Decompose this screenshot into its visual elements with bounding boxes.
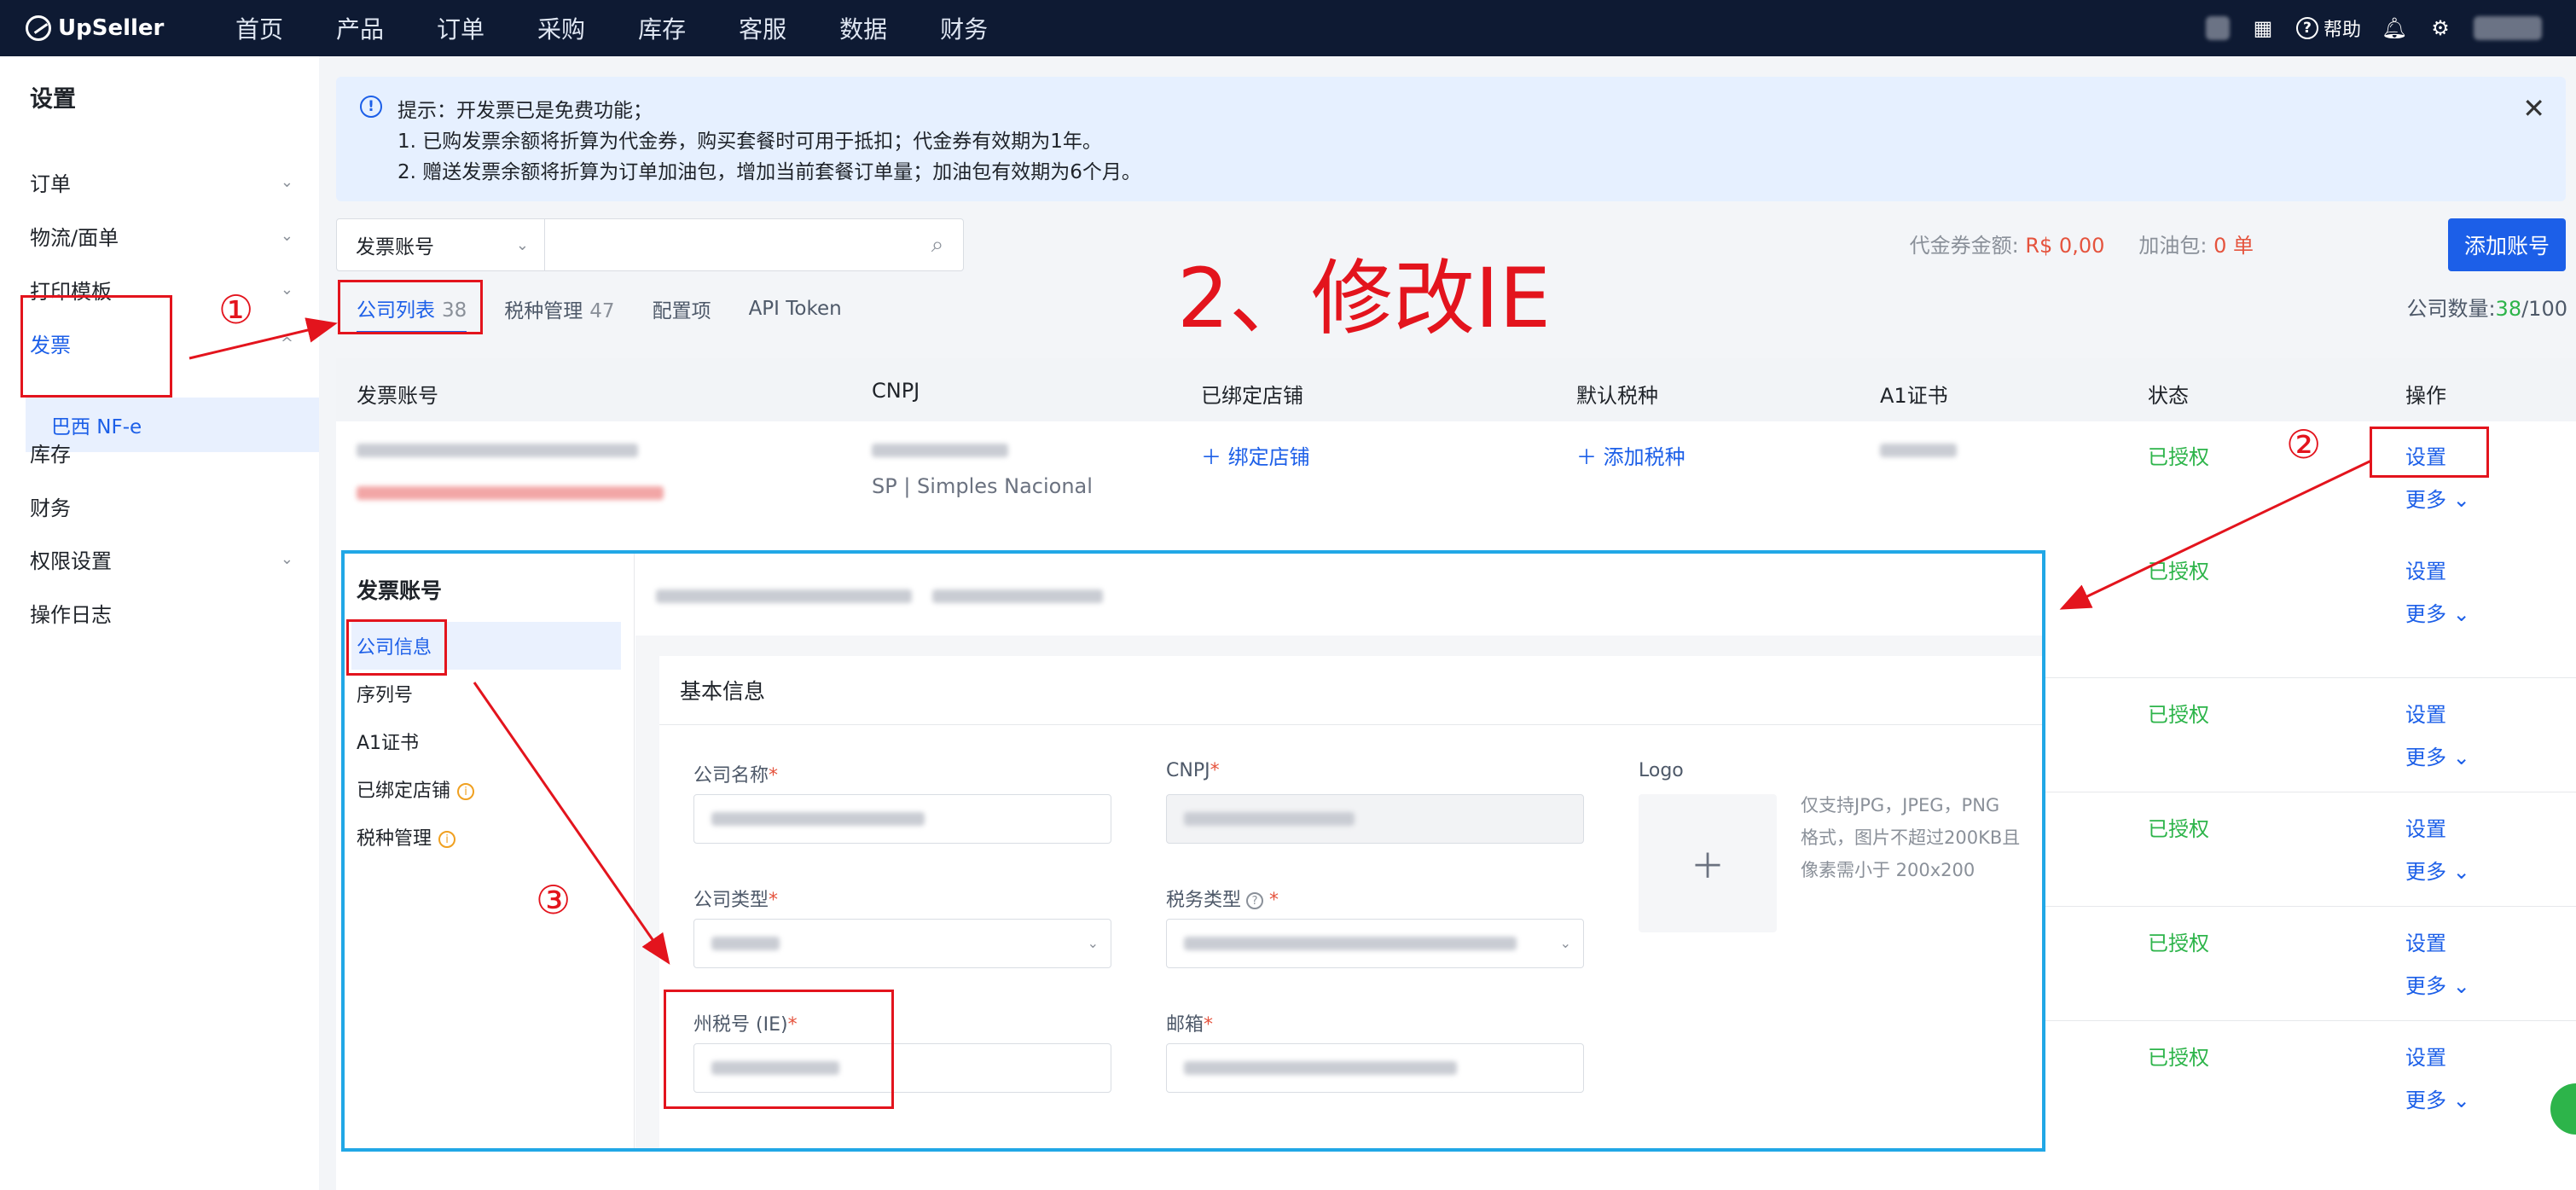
arrow-step-3 <box>473 682 670 965</box>
arrow-step-2 <box>2059 459 2372 610</box>
annotation-arrows <box>189 317 2372 965</box>
arrow-step-1 <box>189 317 338 360</box>
